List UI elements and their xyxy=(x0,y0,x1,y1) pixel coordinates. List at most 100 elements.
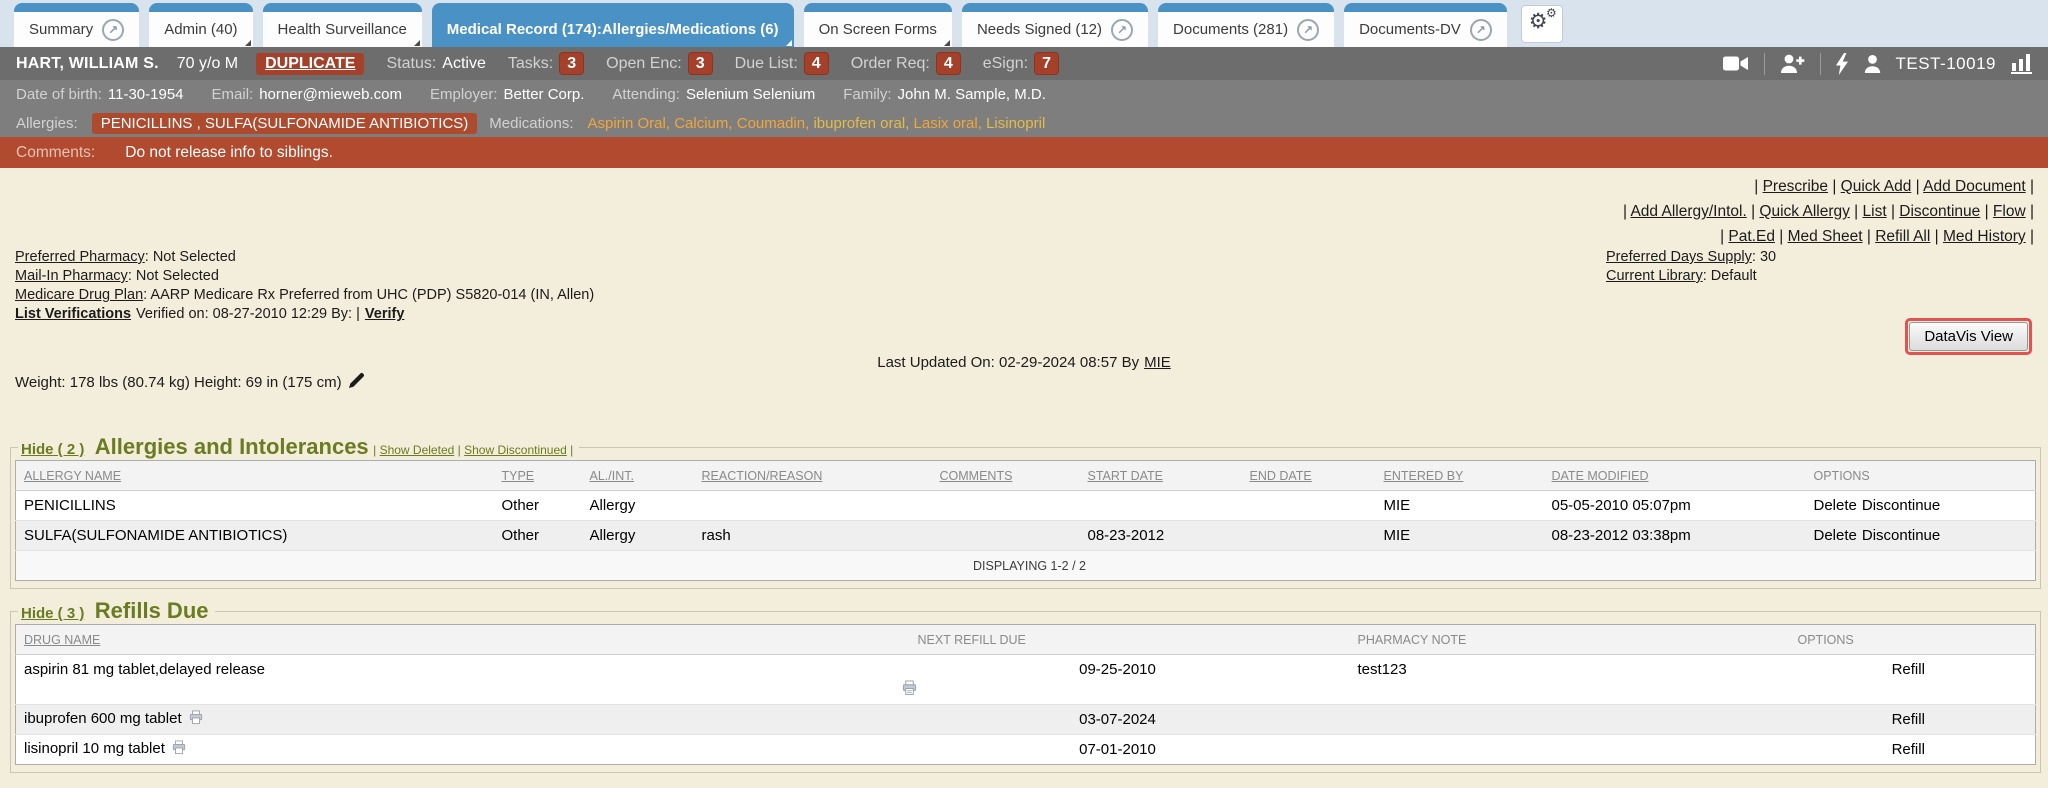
discontinue-allergy-link[interactable]: Discontinue xyxy=(1862,527,1940,544)
prescribe-link[interactable]: Prescribe xyxy=(1763,178,1828,195)
col-date-modified[interactable]: DATE MODIFIED xyxy=(1544,461,1806,491)
mail-in-pharmacy-link[interactable]: Mail-In Pharmacy xyxy=(15,268,128,284)
popout-icon[interactable] xyxy=(102,19,124,41)
bar-chart-icon[interactable] xyxy=(2011,54,2032,74)
add-person-icon[interactable] xyxy=(1780,54,1805,73)
due-list-label: Due List: xyxy=(735,55,798,73)
refill-row-aspirin: aspirin 81 mg tablet,delayed release 09-… xyxy=(16,655,2036,705)
current-library-link[interactable]: Current Library xyxy=(1606,268,1703,284)
tab-documents[interactable]: Documents (281) xyxy=(1158,3,1334,47)
tab-needs-signed[interactable]: Needs Signed (12) xyxy=(962,3,1148,47)
quick-add-link[interactable]: Quick Add xyxy=(1841,178,1912,195)
col-refill-options: OPTIONS xyxy=(1774,625,2036,655)
next-refill-date: 03-07-2024 xyxy=(894,705,1334,735)
allergy-row-sulfa: SULFA(SULFONAMIDE ANTIBIOTICS) Other All… xyxy=(16,521,2036,551)
refill-link[interactable]: Refill xyxy=(1892,661,1925,678)
quick-allergy-link[interactable]: Quick Allergy xyxy=(1759,203,1849,220)
flow-link[interactable]: Flow xyxy=(1993,203,2026,220)
patient-id: TEST-10019 xyxy=(1896,54,1996,74)
open-enc-count-badge[interactable]: 3 xyxy=(688,52,713,75)
refill-link[interactable]: Refill xyxy=(1892,711,1925,728)
edit-pencil-icon[interactable] xyxy=(349,372,365,392)
tab-label: On Screen Forms xyxy=(819,21,937,38)
list-link[interactable]: List xyxy=(1863,203,1887,220)
list-verifications-link[interactable]: List Verifications xyxy=(15,306,131,322)
allergy-name-cell: SULFA(SULFONAMIDE ANTIBIOTICS) xyxy=(16,521,494,551)
col-drug-name[interactable]: DRUG NAME xyxy=(16,625,894,655)
refill-link[interactable]: Refill xyxy=(1892,741,1925,758)
tab-on-screen-forms[interactable]: On Screen Forms xyxy=(804,3,952,47)
video-camera-icon[interactable] xyxy=(1723,55,1749,72)
tasks-label: Tasks: xyxy=(508,55,553,73)
discontinue-allergy-link[interactable]: Discontinue xyxy=(1862,497,1940,514)
order-req-count-badge[interactable]: 4 xyxy=(936,52,961,75)
col-start-date[interactable]: START DATE xyxy=(1080,461,1242,491)
allergy-alert-box[interactable]: PENICILLINS , SULFA(SULFONAMIDE ANTIBIOT… xyxy=(92,113,478,134)
tab-medical-record-allergies-medications[interactable]: Medical Record (174):Allergies/Medicatio… xyxy=(432,3,794,47)
medication-link[interactable]: Lisinopril xyxy=(986,115,1045,132)
tab-label: Summary xyxy=(29,21,93,38)
medicare-drug-plan-link[interactable]: Medicare Drug Plan xyxy=(15,287,143,303)
tab-admin[interactable]: Admin (40) xyxy=(149,3,252,47)
person-icon[interactable] xyxy=(1864,55,1881,73)
col-end-date[interactable]: END DATE xyxy=(1242,461,1376,491)
dropdown-corner-icon xyxy=(414,40,420,46)
tab-documents-dv[interactable]: Documents-DV xyxy=(1344,3,1507,47)
datavis-view-button[interactable]: DataVis View xyxy=(1909,322,2028,351)
med-sheet-link[interactable]: Med Sheet xyxy=(1788,228,1863,245)
discontinue-link[interactable]: Discontinue xyxy=(1899,203,1980,220)
tasks-count-badge[interactable]: 3 xyxy=(559,52,584,75)
action-links-line1: Prescribe Quick Add Add Document xyxy=(1623,174,2034,199)
popout-icon[interactable] xyxy=(1470,19,1492,41)
open-enc-label: Open Enc: xyxy=(606,55,682,73)
verify-link[interactable]: Verify xyxy=(365,306,405,322)
col-reaction-reason[interactable]: REACTION/REASON xyxy=(694,461,932,491)
show-discontinued-link[interactable]: Show Discontinued xyxy=(464,443,567,457)
medication-link[interactable]: Aspirin Oral xyxy=(588,115,675,132)
drug-name-cell: aspirin 81 mg tablet,delayed release xyxy=(16,655,894,705)
email-field: Email:horner@mieweb.com xyxy=(212,86,402,103)
preferred-pharmacy-link[interactable]: Preferred Pharmacy xyxy=(15,249,145,265)
medication-link[interactable]: Calcium xyxy=(674,115,737,132)
due-list-count-badge[interactable]: 4 xyxy=(804,52,829,75)
printer-icon[interactable] xyxy=(902,678,1334,704)
settings-gears-button[interactable]: ⚙ ⚙ xyxy=(1521,5,1563,43)
dropdown-corner-icon xyxy=(786,40,792,46)
tab-health-surveillance[interactable]: Health Surveillance xyxy=(263,3,422,47)
tab-label: Documents (281) xyxy=(1173,21,1288,38)
add-document-link[interactable]: Add Document xyxy=(1923,178,2026,195)
hide-refills-link[interactable]: Hide ( 3 ) xyxy=(21,605,84,622)
mie-link[interactable]: MIE xyxy=(1144,354,1171,371)
delete-allergy-link[interactable]: Delete xyxy=(1814,527,1857,544)
delete-allergy-link[interactable]: Delete xyxy=(1814,497,1857,514)
pat-ed-link[interactable]: Pat.Ed xyxy=(1728,228,1775,245)
duplicate-flag[interactable]: DUPLICATE xyxy=(256,53,364,75)
printer-icon[interactable] xyxy=(189,712,203,729)
col-pharmacy-note: PHARMACY NOTE xyxy=(1334,625,1774,655)
tab-summary[interactable]: Summary xyxy=(14,3,139,47)
col-allergy-name[interactable]: ALLERGY NAME xyxy=(16,461,494,491)
refill-all-link[interactable]: Refill All xyxy=(1875,228,1930,245)
divider xyxy=(1764,53,1765,75)
col-al-int[interactable]: AL./INT. xyxy=(582,461,694,491)
medication-link[interactable]: Coumadin xyxy=(737,115,814,132)
medication-link[interactable]: ibuprofen oral xyxy=(813,115,913,132)
col-entered-by[interactable]: ENTERED BY xyxy=(1376,461,1544,491)
show-deleted-link[interactable]: Show Deleted xyxy=(380,443,455,457)
drug-name-cell: ibuprofen 600 mg tablet xyxy=(16,705,894,735)
col-comments[interactable]: COMMENTS xyxy=(932,461,1080,491)
esign-count-badge[interactable]: 7 xyxy=(1034,52,1059,75)
med-history-link[interactable]: Med History xyxy=(1943,228,2026,245)
popout-icon[interactable] xyxy=(1297,19,1319,41)
lightning-bolt-icon[interactable] xyxy=(1836,53,1849,75)
popout-icon[interactable] xyxy=(1111,19,1133,41)
medication-link[interactable]: Lasix oral xyxy=(914,115,987,132)
allergies-label: Allergies: xyxy=(16,115,78,132)
demographics-bar: Date of birth:11-30-1954 Email:horner@mi… xyxy=(0,80,2048,109)
col-type[interactable]: TYPE xyxy=(494,461,582,491)
preferred-days-supply-link[interactable]: Preferred Days Supply xyxy=(1606,249,1752,265)
medication-list: Aspirin OralCalciumCoumadinibuprofen ora… xyxy=(588,115,1046,132)
add-allergy-intol-link[interactable]: Add Allergy/Intol. xyxy=(1630,203,1746,220)
hide-allergies-link[interactable]: Hide ( 2 ) xyxy=(21,441,84,458)
printer-icon[interactable] xyxy=(172,742,186,759)
